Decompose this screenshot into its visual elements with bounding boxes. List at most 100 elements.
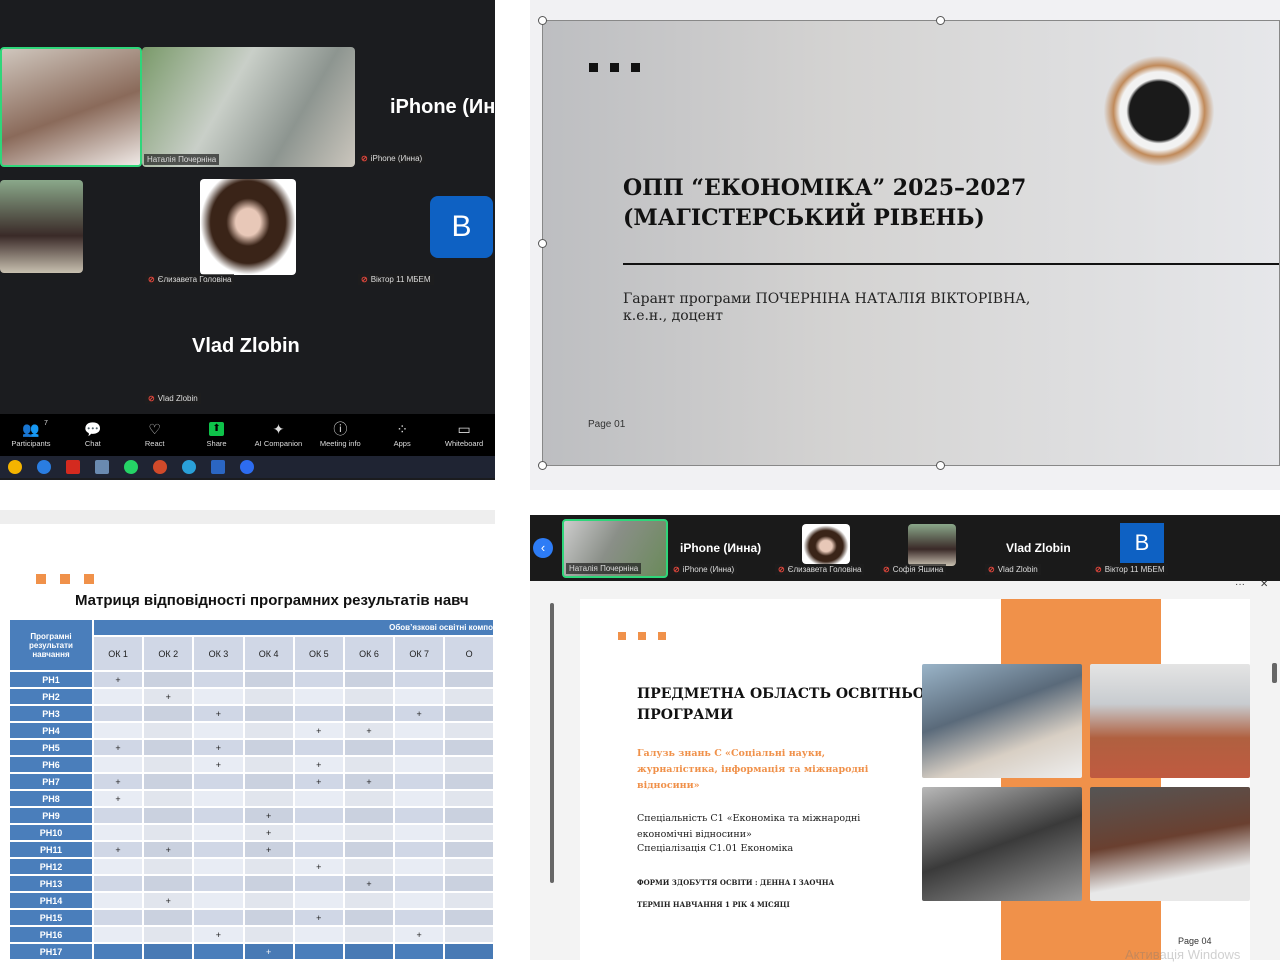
toolbar-participants-button[interactable]: 👥 7 Participants (0, 420, 62, 448)
matrix-cell (244, 672, 293, 687)
close-button[interactable]: ✕ (1260, 579, 1268, 590)
avatar-photo[interactable] (802, 524, 850, 564)
video-tile-photo[interactable] (0, 180, 83, 273)
toolbar-chat-button[interactable]: 💬 Chat (62, 422, 124, 448)
table-row: PH11 + + + (10, 842, 493, 857)
column-header: ОК 1 (93, 637, 143, 670)
matrix-cell (395, 774, 444, 789)
matrix-cell (294, 672, 343, 687)
divider (623, 263, 1279, 265)
pdf-icon[interactable] (66, 460, 80, 474)
column-header: ОК 4 (244, 637, 293, 670)
matrix-cell (194, 842, 243, 857)
more-options-button[interactable]: ··· (1235, 579, 1245, 590)
toolbar-share-button[interactable]: ⬆ Share (186, 422, 248, 448)
table-row: PH5 + + (10, 740, 493, 755)
matrix-cell: + (344, 723, 394, 738)
avatar-initial[interactable]: B (1120, 523, 1164, 563)
table-row: PH12 + (10, 859, 493, 874)
matrix-cell (395, 689, 444, 704)
matrix-cell (194, 910, 243, 925)
matrix-cell (294, 808, 343, 823)
mic-muted-icon: ⊘ (361, 275, 368, 284)
participant-name: ⊘ Vlad Zlobin (985, 564, 1041, 575)
table-row: PH15 + (10, 910, 493, 925)
matrix-cell (445, 910, 493, 925)
video-tile-speaker[interactable] (0, 47, 142, 167)
table-row: PH1 + (10, 672, 493, 687)
matrix-cell (395, 910, 444, 925)
matrix-cell (445, 774, 493, 789)
matrix-cell (144, 825, 193, 840)
avatar-initial[interactable]: B (430, 196, 493, 258)
matrix-cell (395, 672, 444, 687)
resize-handle[interactable] (936, 461, 945, 470)
app-icon[interactable] (37, 460, 51, 474)
app-icon[interactable] (8, 460, 22, 474)
matrix-cell (93, 757, 143, 772)
matrix-cell (445, 808, 493, 823)
scrollbar-thumb[interactable] (1272, 663, 1277, 683)
row-label: PH11 (10, 842, 92, 857)
telegram-icon[interactable] (182, 460, 196, 474)
matrix-cell (244, 927, 293, 942)
matrix-cell: + (344, 774, 394, 789)
matrix-cell (395, 876, 444, 891)
heart-icon: ♡ (148, 421, 161, 437)
matrix-cell (294, 876, 343, 891)
matrix-cell (144, 859, 193, 874)
row-label: PH3 (10, 706, 92, 721)
matrix-cell (294, 842, 343, 857)
table-row: PH7 + + + (10, 774, 493, 789)
chevron-left-icon[interactable]: ‹ (533, 538, 553, 558)
slide-title[interactable]: ОПП “ЕКОНОМІКА” 2025–2027 (МАГІСТЕРСЬКИЙ … (542, 20, 1280, 466)
sparkle-icon: ✦ (272, 421, 285, 437)
video-tile-natalia[interactable]: Наталія Почерніна (562, 519, 668, 578)
matrix-cell (244, 876, 293, 891)
share-icon: ⬆ (209, 422, 224, 436)
slide-subject-area[interactable]: ПРЕДМЕТНА ОБЛАСТЬ ОСВІТНЬОЇ ПРОГРАМИ Галу… (580, 599, 1250, 962)
toolbar-whiteboard-button[interactable]: ▭ Whiteboard (433, 422, 495, 448)
participants-icon: 👥 (22, 421, 40, 437)
matrix-cell (445, 825, 493, 840)
matrix-cell (93, 723, 143, 738)
video-tile-photo[interactable] (908, 524, 956, 566)
resize-handle[interactable] (538, 239, 547, 248)
calculator-icon[interactable] (95, 460, 109, 474)
resize-handle[interactable] (538, 16, 547, 25)
row-label: PH2 (10, 689, 92, 704)
matrix-cell (93, 910, 143, 925)
resize-handle[interactable] (936, 16, 945, 25)
toolbar-meeting-info-button[interactable]: ⓘ Meeting info (309, 422, 371, 448)
word-icon[interactable] (211, 460, 225, 474)
matrix-cell (395, 791, 444, 806)
matrix-cell (294, 825, 343, 840)
video-tile-natalia[interactable]: Наталія Почерніна (142, 47, 355, 167)
toolbar-ai-companion-button[interactable]: ✦ AI Companion (248, 422, 310, 448)
matrix-cell (344, 910, 394, 925)
toolbar-apps-button[interactable]: ⁘ Apps (371, 422, 433, 448)
whatsapp-icon[interactable] (124, 460, 138, 474)
row-label: PH6 (10, 757, 92, 772)
matrix-cell: + (244, 808, 293, 823)
avatar-photo[interactable] (200, 179, 296, 275)
matrix-cell: + (93, 672, 143, 687)
matrix-title: Матриця відповідності програмних результ… (75, 592, 469, 609)
table-row: PH8 + (10, 791, 493, 806)
matrix-cell (244, 740, 293, 755)
matrix-cell: + (244, 825, 293, 840)
matrix-cell: + (344, 876, 394, 891)
matrix-cell (395, 808, 444, 823)
scrollbar[interactable] (550, 603, 554, 883)
matrix-cell (93, 876, 143, 891)
matrix-cell (395, 740, 444, 755)
toolbar-react-button[interactable]: ♡ React (124, 422, 186, 448)
powerpoint-icon[interactable] (153, 460, 167, 474)
zoom-icon[interactable] (240, 460, 254, 474)
matrix-cell (445, 893, 493, 908)
toolbar-label: Participants (11, 439, 51, 448)
toolbar-label: Whiteboard (444, 439, 484, 448)
matrix-cell: + (294, 910, 343, 925)
matrix-cell (194, 859, 243, 874)
resize-handle[interactable] (538, 461, 547, 470)
